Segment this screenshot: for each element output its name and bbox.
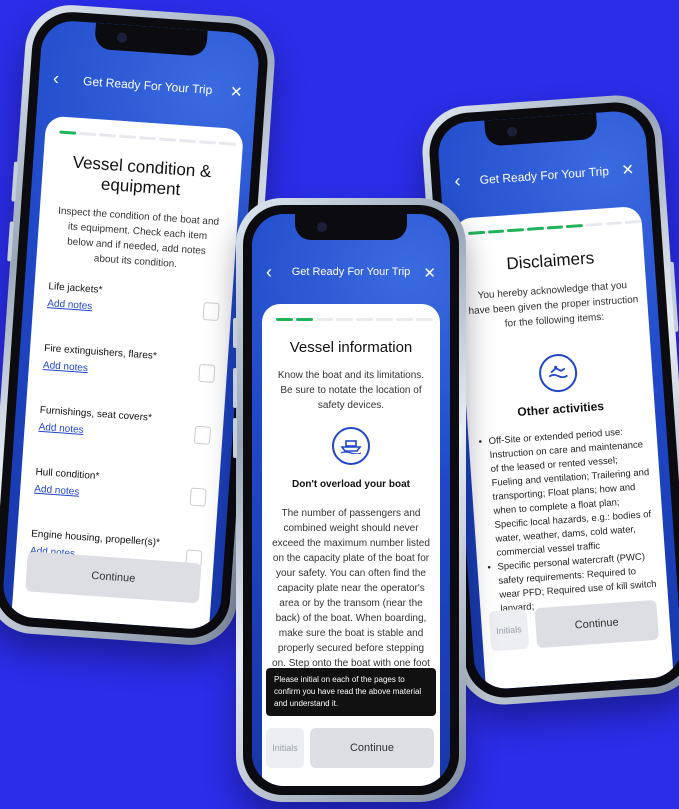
add-notes-link[interactable]: Add notes xyxy=(43,360,89,374)
section-title: Disclaimers xyxy=(505,248,595,274)
screen: ‹ Get Ready For Your Trip ✕ Vessel infor… xyxy=(252,214,450,786)
boat-icon xyxy=(332,427,370,465)
phone-side-button xyxy=(233,418,237,458)
page-title: Get Ready For Your Trip xyxy=(291,266,411,278)
initials-button[interactable]: Initials xyxy=(266,728,304,768)
screen: ‹ Get Ready For Your Trip ✕ Vessel condi… xyxy=(1,19,261,631)
content-card: Disclaimers You hereby acknowledge that … xyxy=(453,205,674,690)
section-title: Vessel information xyxy=(289,339,413,356)
checklist-item: Life jackets* Add notes xyxy=(32,280,232,334)
checkbox[interactable] xyxy=(189,487,207,507)
add-notes-link[interactable]: Add notes xyxy=(38,422,84,436)
progress-bar xyxy=(59,130,243,147)
checklist-item: Furnishings, seat covers* Add notes xyxy=(23,404,223,458)
notch xyxy=(295,214,407,240)
screen: ‹ Get Ready For Your Trip ✕ Disclaimers … xyxy=(436,109,679,691)
phone-side-button xyxy=(233,368,237,408)
phone-bezel: ‹ Get Ready For Your Trip ✕ Vessel infor… xyxy=(243,205,459,795)
content-card: Vessel information Know the boat and its… xyxy=(262,304,440,786)
continue-button[interactable]: Continue xyxy=(534,599,659,649)
close-icon[interactable]: ✕ xyxy=(621,160,635,179)
checkbox[interactable] xyxy=(193,425,212,445)
phone-side-button xyxy=(7,221,14,262)
section-subtitle: You hereby acknowledge that you have bee… xyxy=(468,280,639,330)
phone-vessel-information: ‹ Get Ready For Your Trip ✕ Vessel infor… xyxy=(233,198,466,802)
phone-bezel: ‹ Get Ready For Your Trip ✕ Vessel condi… xyxy=(0,9,271,641)
close-icon[interactable]: ✕ xyxy=(229,82,243,101)
progress-bar xyxy=(276,318,440,321)
checklist-item: Fire extinguishers, flares* Add notes xyxy=(28,342,228,396)
initials-tooltip: Please initial on each of the pages to c… xyxy=(266,668,436,716)
section-title: Vessel condition & equipment xyxy=(72,152,213,200)
initials-button[interactable]: Initials xyxy=(488,608,530,652)
progress-bar xyxy=(468,219,642,235)
add-notes-link[interactable]: Add notes xyxy=(34,484,80,498)
phone-side-button xyxy=(11,161,19,202)
phone-side-button xyxy=(669,261,679,332)
activity-icon xyxy=(537,352,579,394)
phone-side-button xyxy=(233,318,237,348)
subsection-title: Other activities xyxy=(516,398,605,419)
section-subtitle: Know the boat and its limitations. Be su… xyxy=(277,370,425,411)
checkbox[interactable] xyxy=(202,302,220,322)
checklist-item: Hull condition* Add notes xyxy=(19,466,219,520)
content-card: Vessel condition & equipment Inspect the… xyxy=(11,115,244,631)
checkbox[interactable] xyxy=(198,363,216,383)
close-icon[interactable]: ✕ xyxy=(423,264,436,282)
section-subtitle: Inspect the condition of the boat and it… xyxy=(57,205,220,271)
top-bar: ‹ Get Ready For Your Trip ✕ xyxy=(252,258,450,288)
add-notes-link[interactable]: Add notes xyxy=(47,298,93,312)
continue-button[interactable]: Continue xyxy=(310,728,434,768)
bullet-item: Off-Site or extended period use: Instruc… xyxy=(468,423,664,562)
subsection-title: Don't overload your boat xyxy=(292,479,410,490)
